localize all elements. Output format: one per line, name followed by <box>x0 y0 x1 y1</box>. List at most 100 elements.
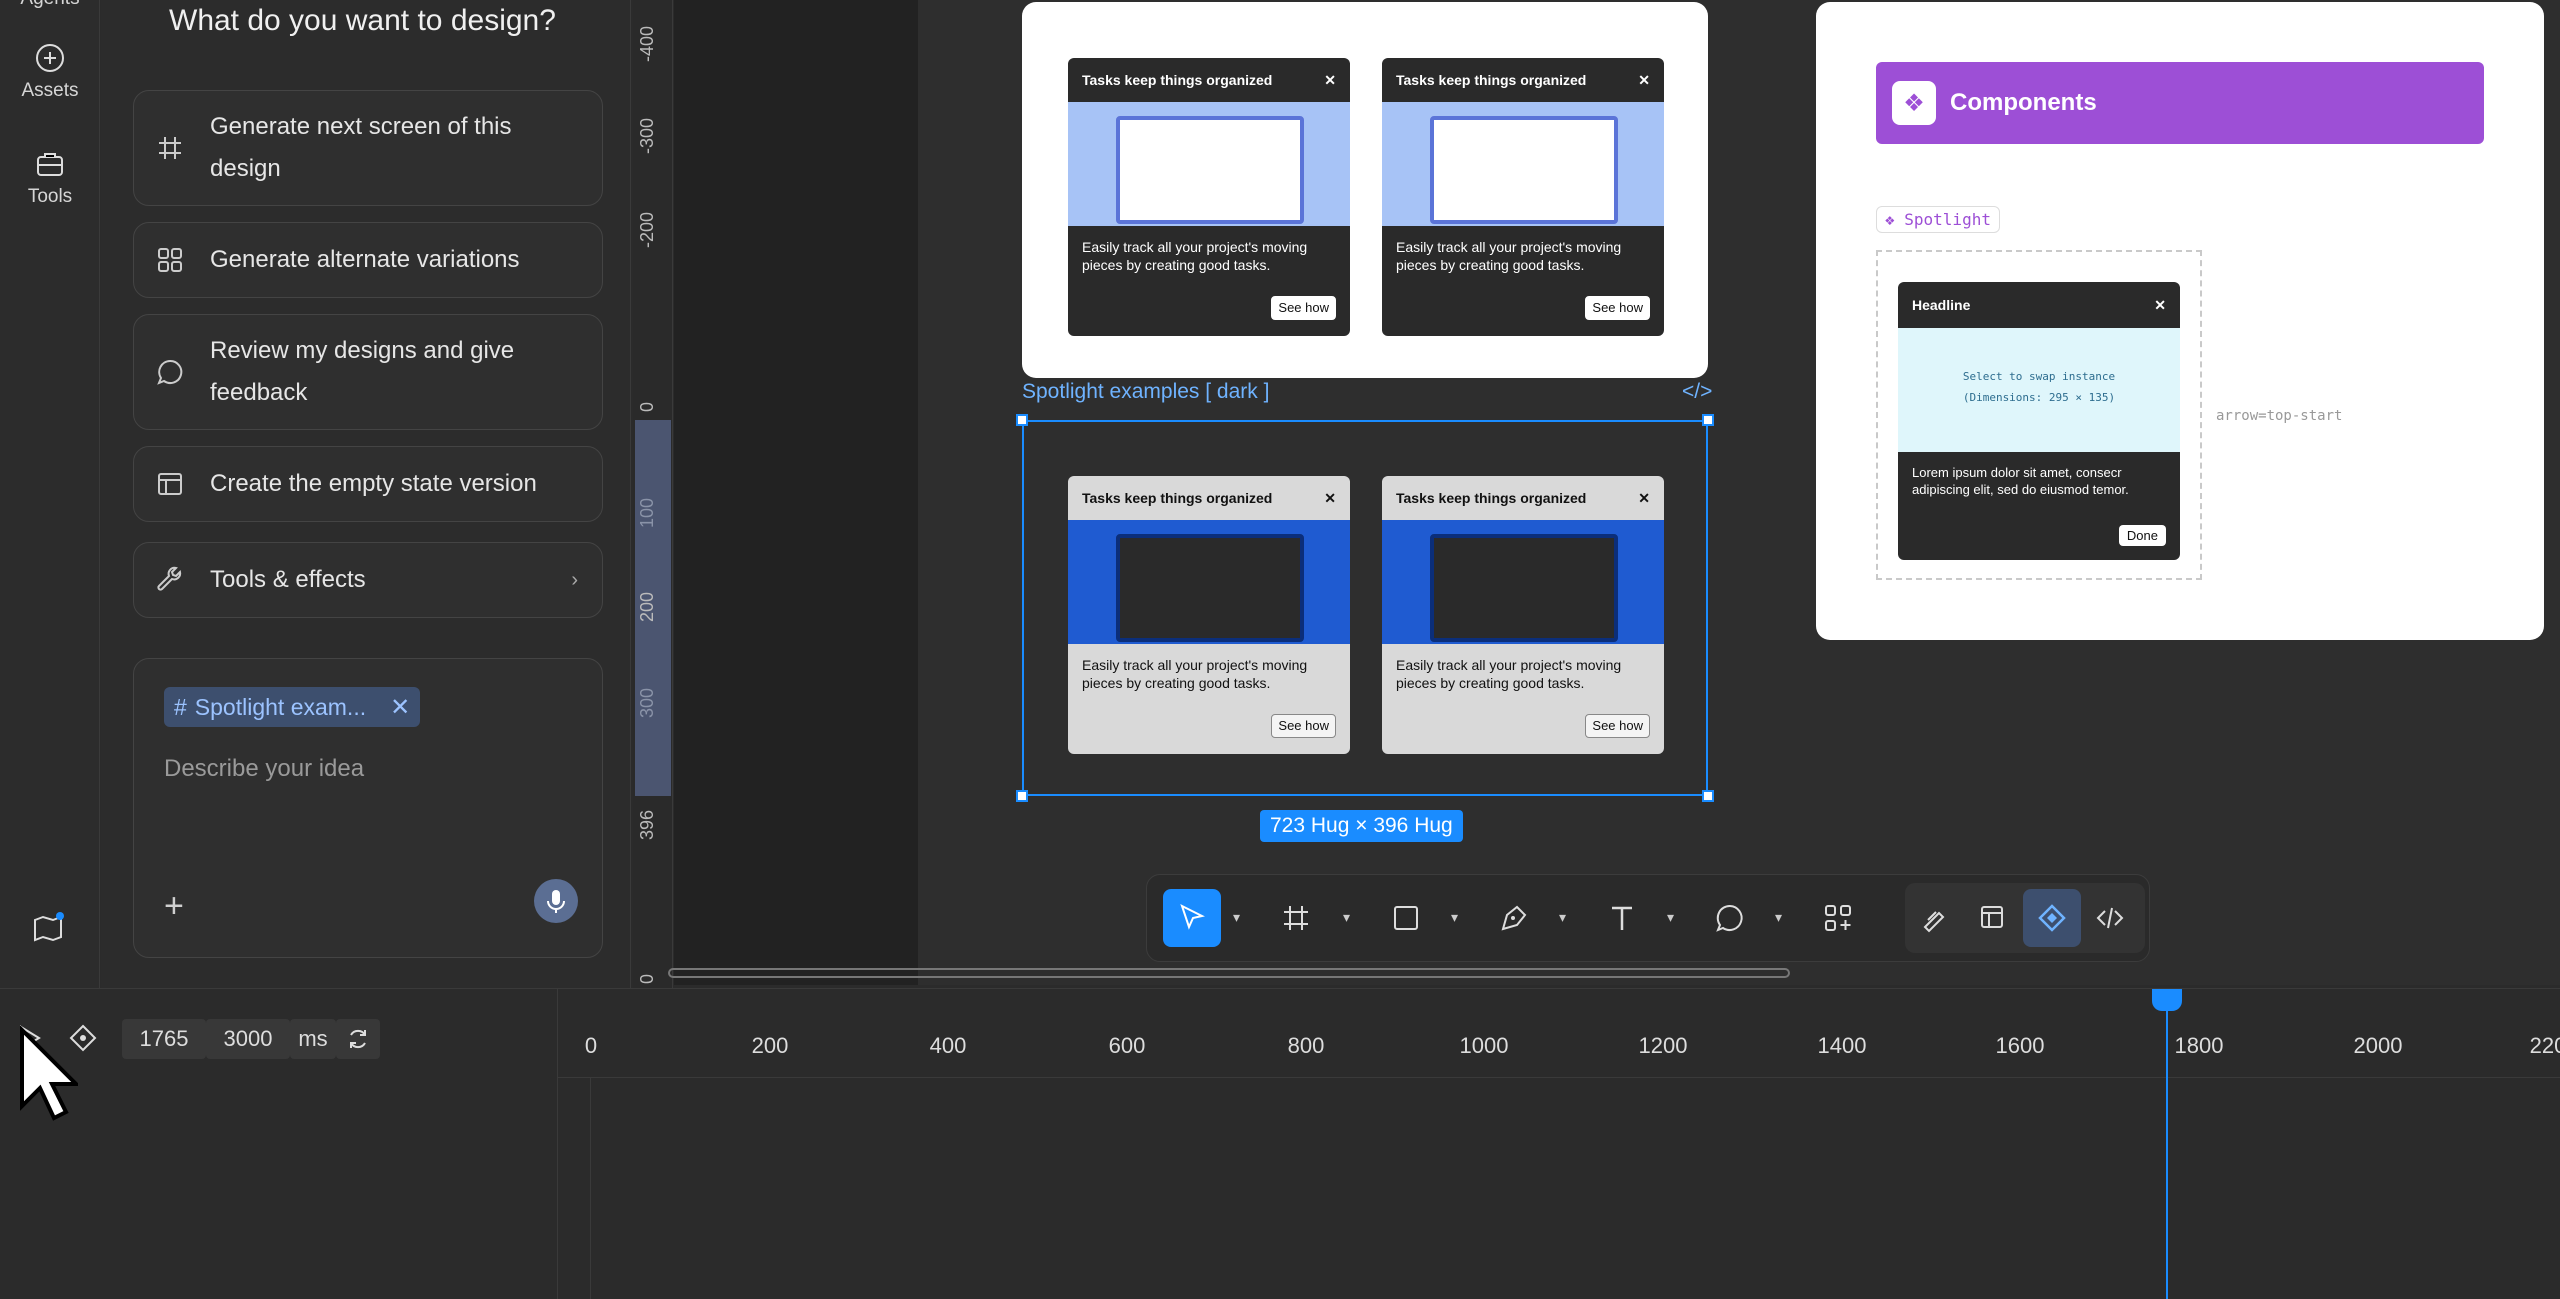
close-icon[interactable]: ✕ <box>1324 72 1336 89</box>
card-illustration <box>1382 102 1664 226</box>
suggestion-review[interactable]: Review my designs and give feedback <box>133 314 603 430</box>
rectangle-icon <box>1394 906 1418 930</box>
frame-icon <box>159 137 181 159</box>
playhead[interactable] <box>2166 989 2168 1299</box>
text-tool[interactable] <box>1593 889 1651 947</box>
prototype-mode[interactable] <box>1965 889 2023 947</box>
toolbox-icon <box>37 153 63 176</box>
resize-handle[interactable] <box>1016 414 1028 426</box>
chevron-right-icon: › <box>571 569 578 591</box>
close-icon[interactable]: ✕ <box>1638 72 1650 89</box>
current-time-input[interactable]: 1765 <box>122 1019 206 1059</box>
playhead-handle[interactable] <box>2152 989 2182 1011</box>
card-illustration <box>1382 520 1664 644</box>
resize-handle[interactable] <box>1702 414 1714 426</box>
components-header: ❖ Components <box>1876 62 2484 144</box>
add-circle-icon <box>36 44 64 72</box>
close-icon[interactable]: ✕ <box>1324 490 1336 507</box>
spotlight-card[interactable]: Tasks keep things organized ✕ Easily trac… <box>1382 476 1664 754</box>
frame-tool[interactable] <box>1267 889 1325 947</box>
horizontal-scrollbar[interactable] <box>668 968 1790 978</box>
chevron-down-icon[interactable]: ▾ <box>1775 909 1782 926</box>
see-how-button[interactable]: See how <box>1585 296 1650 320</box>
dev-mode[interactable] <box>2081 889 2139 947</box>
panel-title: What do you want to design? <box>169 4 556 37</box>
see-how-button[interactable]: See how <box>1271 296 1336 320</box>
loop-icon <box>350 1029 366 1049</box>
comment-icon <box>1716 904 1743 932</box>
rail-agents[interactable]: Agents <box>0 0 100 10</box>
rail-tools[interactable]: Tools <box>0 148 100 208</box>
microphone-icon <box>547 890 565 913</box>
see-how-button[interactable]: See how <box>1271 714 1336 738</box>
close-icon[interactable]: ✕ <box>2154 297 2166 314</box>
context-chip[interactable]: # Spotlight exam... ✕ <box>164 687 421 727</box>
design-mode[interactable] <box>2023 889 2081 947</box>
timeline-controls: 1765 3000 ms <box>0 989 558 1299</box>
card-illustration <box>1068 520 1350 644</box>
left-rail: Agents Assets Tools <box>0 0 100 988</box>
spotlight-card[interactable]: Tasks keep things organized ✕ Easily trac… <box>1068 58 1350 336</box>
components-tool[interactable] <box>1809 889 1867 947</box>
timeline-divider <box>557 1077 2560 1078</box>
spotlight-card[interactable]: Tasks keep things organized ✕ Easily trac… <box>1068 476 1350 754</box>
spotlight-light-frame[interactable]: Tasks keep things organized ✕ Easily trac… <box>1022 2 1708 378</box>
code-icon <box>2096 907 2124 929</box>
chevron-down-icon[interactable]: ▾ <box>1343 909 1350 926</box>
frame-icon <box>1284 906 1308 930</box>
suggestion-empty-state[interactable]: Create the empty state version <box>133 446 603 522</box>
prompt-composer: # Spotlight exam... ✕ Describe your idea… <box>133 658 603 958</box>
chevron-down-icon[interactable]: ▾ <box>1667 909 1674 926</box>
draw-mode[interactable] <box>1907 889 1965 947</box>
draw-icon <box>1923 911 1945 933</box>
mouse-cursor-icon <box>20 1026 78 1121</box>
grid-icon <box>158 248 182 272</box>
vertical-ruler: -400 -300 -200 0 100 200 300 396 0 <box>633 0 673 988</box>
chevron-down-icon[interactable]: ▾ <box>1559 909 1566 926</box>
component-icon: ❖ <box>1892 81 1936 125</box>
loop-button[interactable] <box>336 1019 380 1059</box>
code-icon[interactable]: </> <box>1682 380 1712 404</box>
rectangle-tool[interactable] <box>1377 889 1435 947</box>
chevron-down-icon[interactable]: ▾ <box>1451 909 1458 926</box>
suggestion-tools-effects[interactable]: Tools & effects › <box>133 542 603 618</box>
layout-icon <box>1981 906 2003 928</box>
duration-input[interactable]: 3000 <box>206 1019 290 1059</box>
add-attachment-button[interactable]: + <box>164 887 184 926</box>
wrench-icon <box>157 566 182 591</box>
component-set[interactable]: Headline ✕ Select to swap instance (Dimen… <box>1876 250 2202 580</box>
map-icon[interactable] <box>30 910 66 946</box>
suggestion-next-screen[interactable]: Generate next screen of this design <box>133 90 603 206</box>
frame-label[interactable]: Spotlight examples [ dark ] <box>1022 380 1269 404</box>
canvas[interactable]: Tasks keep things organized ✕ Easily trac… <box>668 0 2560 985</box>
canvas-dark-region <box>674 0 918 985</box>
idea-input[interactable]: Describe your idea <box>164 755 364 783</box>
size-badge: 723 Hug × 396 Hug <box>1260 810 1463 842</box>
resize-handle[interactable] <box>1702 790 1714 802</box>
microphone-button[interactable] <box>534 879 578 923</box>
move-tool[interactable] <box>1163 889 1221 947</box>
spotlight-card[interactable]: Tasks keep things organized ✕ Easily trac… <box>1382 58 1664 336</box>
spotlight-tag[interactable]: ❖ Spotlight <box>1876 206 2000 233</box>
pen-tool[interactable] <box>1485 889 1543 947</box>
text-icon <box>1612 906 1632 930</box>
spotlight-dark-frame[interactable]: Tasks keep things organized ✕ Easily trac… <box>1022 420 1708 796</box>
suggestion-variations[interactable]: Generate alternate variations <box>133 222 603 298</box>
rail-assets[interactable]: Assets <box>0 42 100 102</box>
swap-slot[interactable]: Select to swap instance (Dimensions: 295… <box>1898 328 2180 452</box>
close-icon[interactable]: ✕ <box>390 693 410 722</box>
close-icon[interactable]: ✕ <box>1638 490 1650 507</box>
see-how-button[interactable]: See how <box>1585 714 1650 738</box>
cursor-icon <box>1180 904 1205 930</box>
components-frame[interactable]: ❖ Components ❖ Spotlight Headline ✕ Selec… <box>1816 2 2544 640</box>
layout-icon <box>158 473 182 495</box>
frame-icon: # <box>174 693 187 720</box>
done-button[interactable]: Done <box>2118 525 2166 546</box>
card-illustration <box>1068 102 1350 226</box>
resize-handle[interactable] <box>1016 790 1028 802</box>
chevron-down-icon[interactable]: ▾ <box>1233 909 1240 926</box>
comment-icon <box>157 359 183 385</box>
comment-tool[interactable] <box>1701 889 1759 947</box>
spotlight-component[interactable]: Headline ✕ Select to swap instance (Dimen… <box>1898 282 2180 560</box>
diamond-icon <box>2038 904 2066 932</box>
